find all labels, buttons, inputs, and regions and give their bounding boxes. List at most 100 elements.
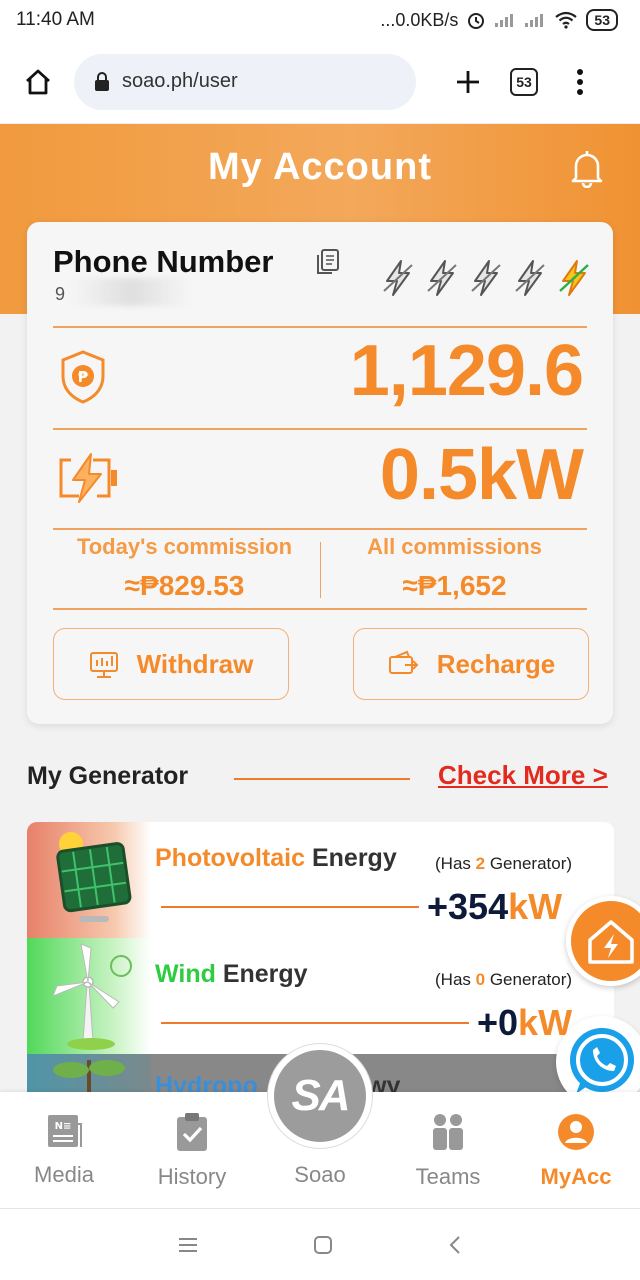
- network-speed: ...0.0KB/s: [380, 9, 459, 30]
- bolt-icon: [427, 260, 457, 296]
- nav-item-myacc[interactable]: MyAcc: [512, 1092, 640, 1208]
- check-more-link[interactable]: Check More >: [438, 760, 608, 791]
- bolt-icon: [383, 260, 413, 296]
- new-tab-button[interactable]: [448, 62, 488, 102]
- generator-row-photovoltaic[interactable]: Photovoltaic Energy (Has 2 Generator) +3…: [27, 822, 614, 938]
- power-value: 0.5kW: [379, 435, 584, 515]
- generator-divider: [161, 906, 419, 908]
- generator-section-title: My Generator: [27, 762, 189, 790]
- user-icon: [558, 1114, 594, 1150]
- generator-count-prefix: (Has: [435, 854, 476, 873]
- address-bar[interactable]: soao.ph/user: [74, 53, 416, 110]
- status-icons: ...0.0KB/s 53: [380, 9, 618, 31]
- generator-name: Wind Energy: [155, 960, 308, 989]
- signal-icon-2: [525, 14, 544, 27]
- phone-number-label: Phone Number: [53, 244, 274, 279]
- battery-bolt-icon: [55, 450, 121, 511]
- nav-item-media[interactable]: N≡ Media: [0, 1092, 128, 1208]
- url-text: soao.ph/user: [122, 70, 238, 92]
- generator-power: +354kW: [427, 886, 562, 928]
- copy-button[interactable]: [315, 248, 341, 281]
- svg-text:₱: ₱: [78, 368, 89, 386]
- whatsapp-icon: [570, 1028, 634, 1094]
- withdraw-label: Withdraw: [136, 648, 254, 679]
- home-icon: [26, 69, 50, 94]
- generator-power-value: +0: [477, 1002, 519, 1043]
- divider: [53, 528, 587, 530]
- peso-shield-icon: ₱: [55, 348, 111, 411]
- nav-item-teams[interactable]: Teams: [384, 1092, 512, 1208]
- browser-toolbar: soao.ph/user 53: [0, 40, 640, 124]
- signal-icon: [495, 14, 514, 27]
- wind-turbine-image: [27, 938, 151, 1054]
- menu-icon[interactable]: [177, 1236, 199, 1254]
- nav-label: History: [157, 1164, 227, 1189]
- level-bolts: [379, 258, 593, 298]
- tab-count: 53: [510, 67, 538, 96]
- generator-count: (Has 0 Generator): [435, 970, 572, 990]
- newspaper-icon: N≡: [48, 1115, 82, 1147]
- divider: [53, 608, 587, 610]
- nav-label: Soao: [294, 1162, 346, 1187]
- soao-logo-text: SA: [291, 1071, 350, 1120]
- page-title: My Account: [208, 146, 432, 188]
- all-commissions-label: All commissions: [367, 534, 542, 559]
- system-navigation-bar: [0, 1208, 640, 1280]
- generator-type-suffix: Energy: [222, 960, 308, 988]
- generator-power: +0kW: [477, 1002, 572, 1044]
- generator-divider: [161, 1022, 469, 1024]
- clipboard-check-icon: [177, 1113, 207, 1151]
- recharge-label: Recharge: [436, 648, 556, 679]
- recharge-button[interactable]: Recharge: [353, 628, 589, 700]
- account-card: Phone Number 9 ₱ 1,129.6 0.5kW Today's c…: [27, 222, 613, 724]
- home-button[interactable]: [18, 62, 58, 102]
- house-bolt-icon: [588, 920, 634, 964]
- generator-count-number: 0: [475, 970, 486, 989]
- nav-label: Media: [34, 1162, 94, 1187]
- all-commissions: All commissions ≈₱1,652: [321, 534, 588, 602]
- bolt-icon: [471, 260, 501, 296]
- back-icon[interactable]: [447, 1234, 463, 1256]
- battery-indicator: 53: [586, 9, 618, 31]
- status-bar: 11:40 AM ...0.0KB/s 53: [0, 0, 640, 40]
- today-commission-label: Today's commission: [76, 534, 293, 559]
- phone-number-value: 9: [55, 284, 66, 304]
- notification-button[interactable]: [568, 148, 606, 193]
- balance-value: 1,129.6: [349, 331, 584, 411]
- generator-count-prefix: (Has: [435, 970, 476, 989]
- generator-name: Photovoltaic Energy: [155, 844, 397, 873]
- generator-type-suffix: Energy: [311, 844, 397, 872]
- nav-label: Teams: [415, 1164, 481, 1189]
- browser-menu-button[interactable]: [560, 62, 600, 102]
- section-divider: [234, 778, 410, 780]
- nav-label: MyAcc: [540, 1164, 612, 1189]
- status-time: 11:40 AM: [16, 9, 95, 30]
- solar-panel-image: [27, 822, 151, 938]
- today-commission: Today's commission ≈₱829.53: [51, 534, 318, 602]
- tab-switcher-button[interactable]: 53: [504, 62, 544, 102]
- generator-count-suffix: Generator): [485, 854, 573, 873]
- today-commission-value: ≈₱829.53: [124, 570, 245, 601]
- recharge-icon: [388, 650, 419, 674]
- generator-type: Wind: [155, 960, 216, 988]
- generator-count-number: 2: [475, 854, 486, 873]
- svg-text:N≡: N≡: [55, 1121, 72, 1132]
- soao-logo-button[interactable]: SA: [268, 1044, 372, 1148]
- plus-icon: [457, 70, 479, 93]
- bolt-active-icon: [559, 260, 589, 296]
- generator-row-wind[interactable]: Wind Energy (Has 0 Generator) +0kW: [27, 938, 614, 1054]
- home-square-icon[interactable]: [312, 1234, 334, 1256]
- withdraw-button[interactable]: Withdraw: [53, 628, 289, 700]
- bell-icon: [571, 151, 603, 189]
- generator-power-value: +354: [427, 886, 509, 927]
- nav-item-history[interactable]: History: [128, 1092, 256, 1208]
- generator-power-unit: kW: [508, 886, 563, 927]
- copy-icon: [317, 249, 339, 274]
- bolt-icon: [515, 260, 545, 296]
- more-vertical-icon: [577, 68, 583, 95]
- divider: [53, 428, 587, 430]
- generator-count: (Has 2 Generator): [435, 854, 572, 874]
- wifi-icon: [555, 11, 578, 29]
- generator-type: Photovoltaic: [155, 844, 306, 872]
- divider: [53, 326, 587, 328]
